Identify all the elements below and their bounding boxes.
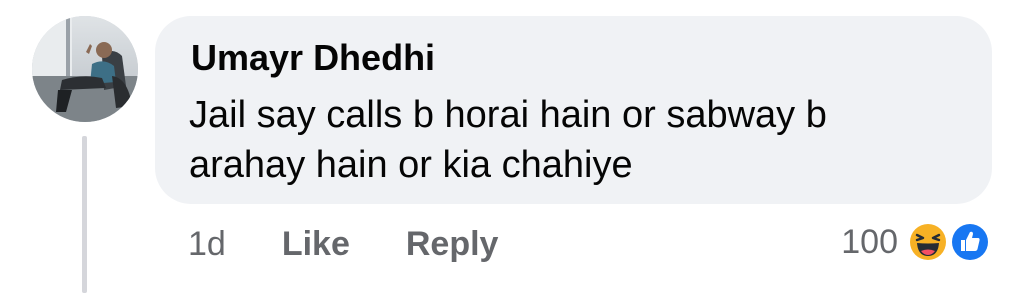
avatar[interactable] [32, 16, 138, 122]
thread-line [82, 136, 87, 293]
comment-bubble: Umayr Dhedhi Jail say calls b horai hain… [155, 16, 992, 204]
avatar-photo [32, 16, 138, 122]
comment: Umayr Dhedhi Jail say calls b horai hain… [0, 0, 1024, 293]
reply-button[interactable]: Reply [406, 225, 499, 264]
reaction-icons [906, 218, 994, 266]
comment-timestamp[interactable]: 1d [188, 225, 226, 264]
reaction-count: 100 [841, 222, 898, 261]
like-button[interactable]: Like [282, 225, 350, 264]
comment-text: Jail say calls b horai hain or sabway b … [189, 94, 827, 186]
haha-icon [907, 221, 949, 263]
comment-actions: 1d Like Reply [188, 222, 498, 266]
comment-author[interactable]: Umayr Dhedhi [191, 36, 435, 80]
like-icon [949, 221, 991, 263]
reactions-summary[interactable]: 100 [841, 218, 994, 266]
